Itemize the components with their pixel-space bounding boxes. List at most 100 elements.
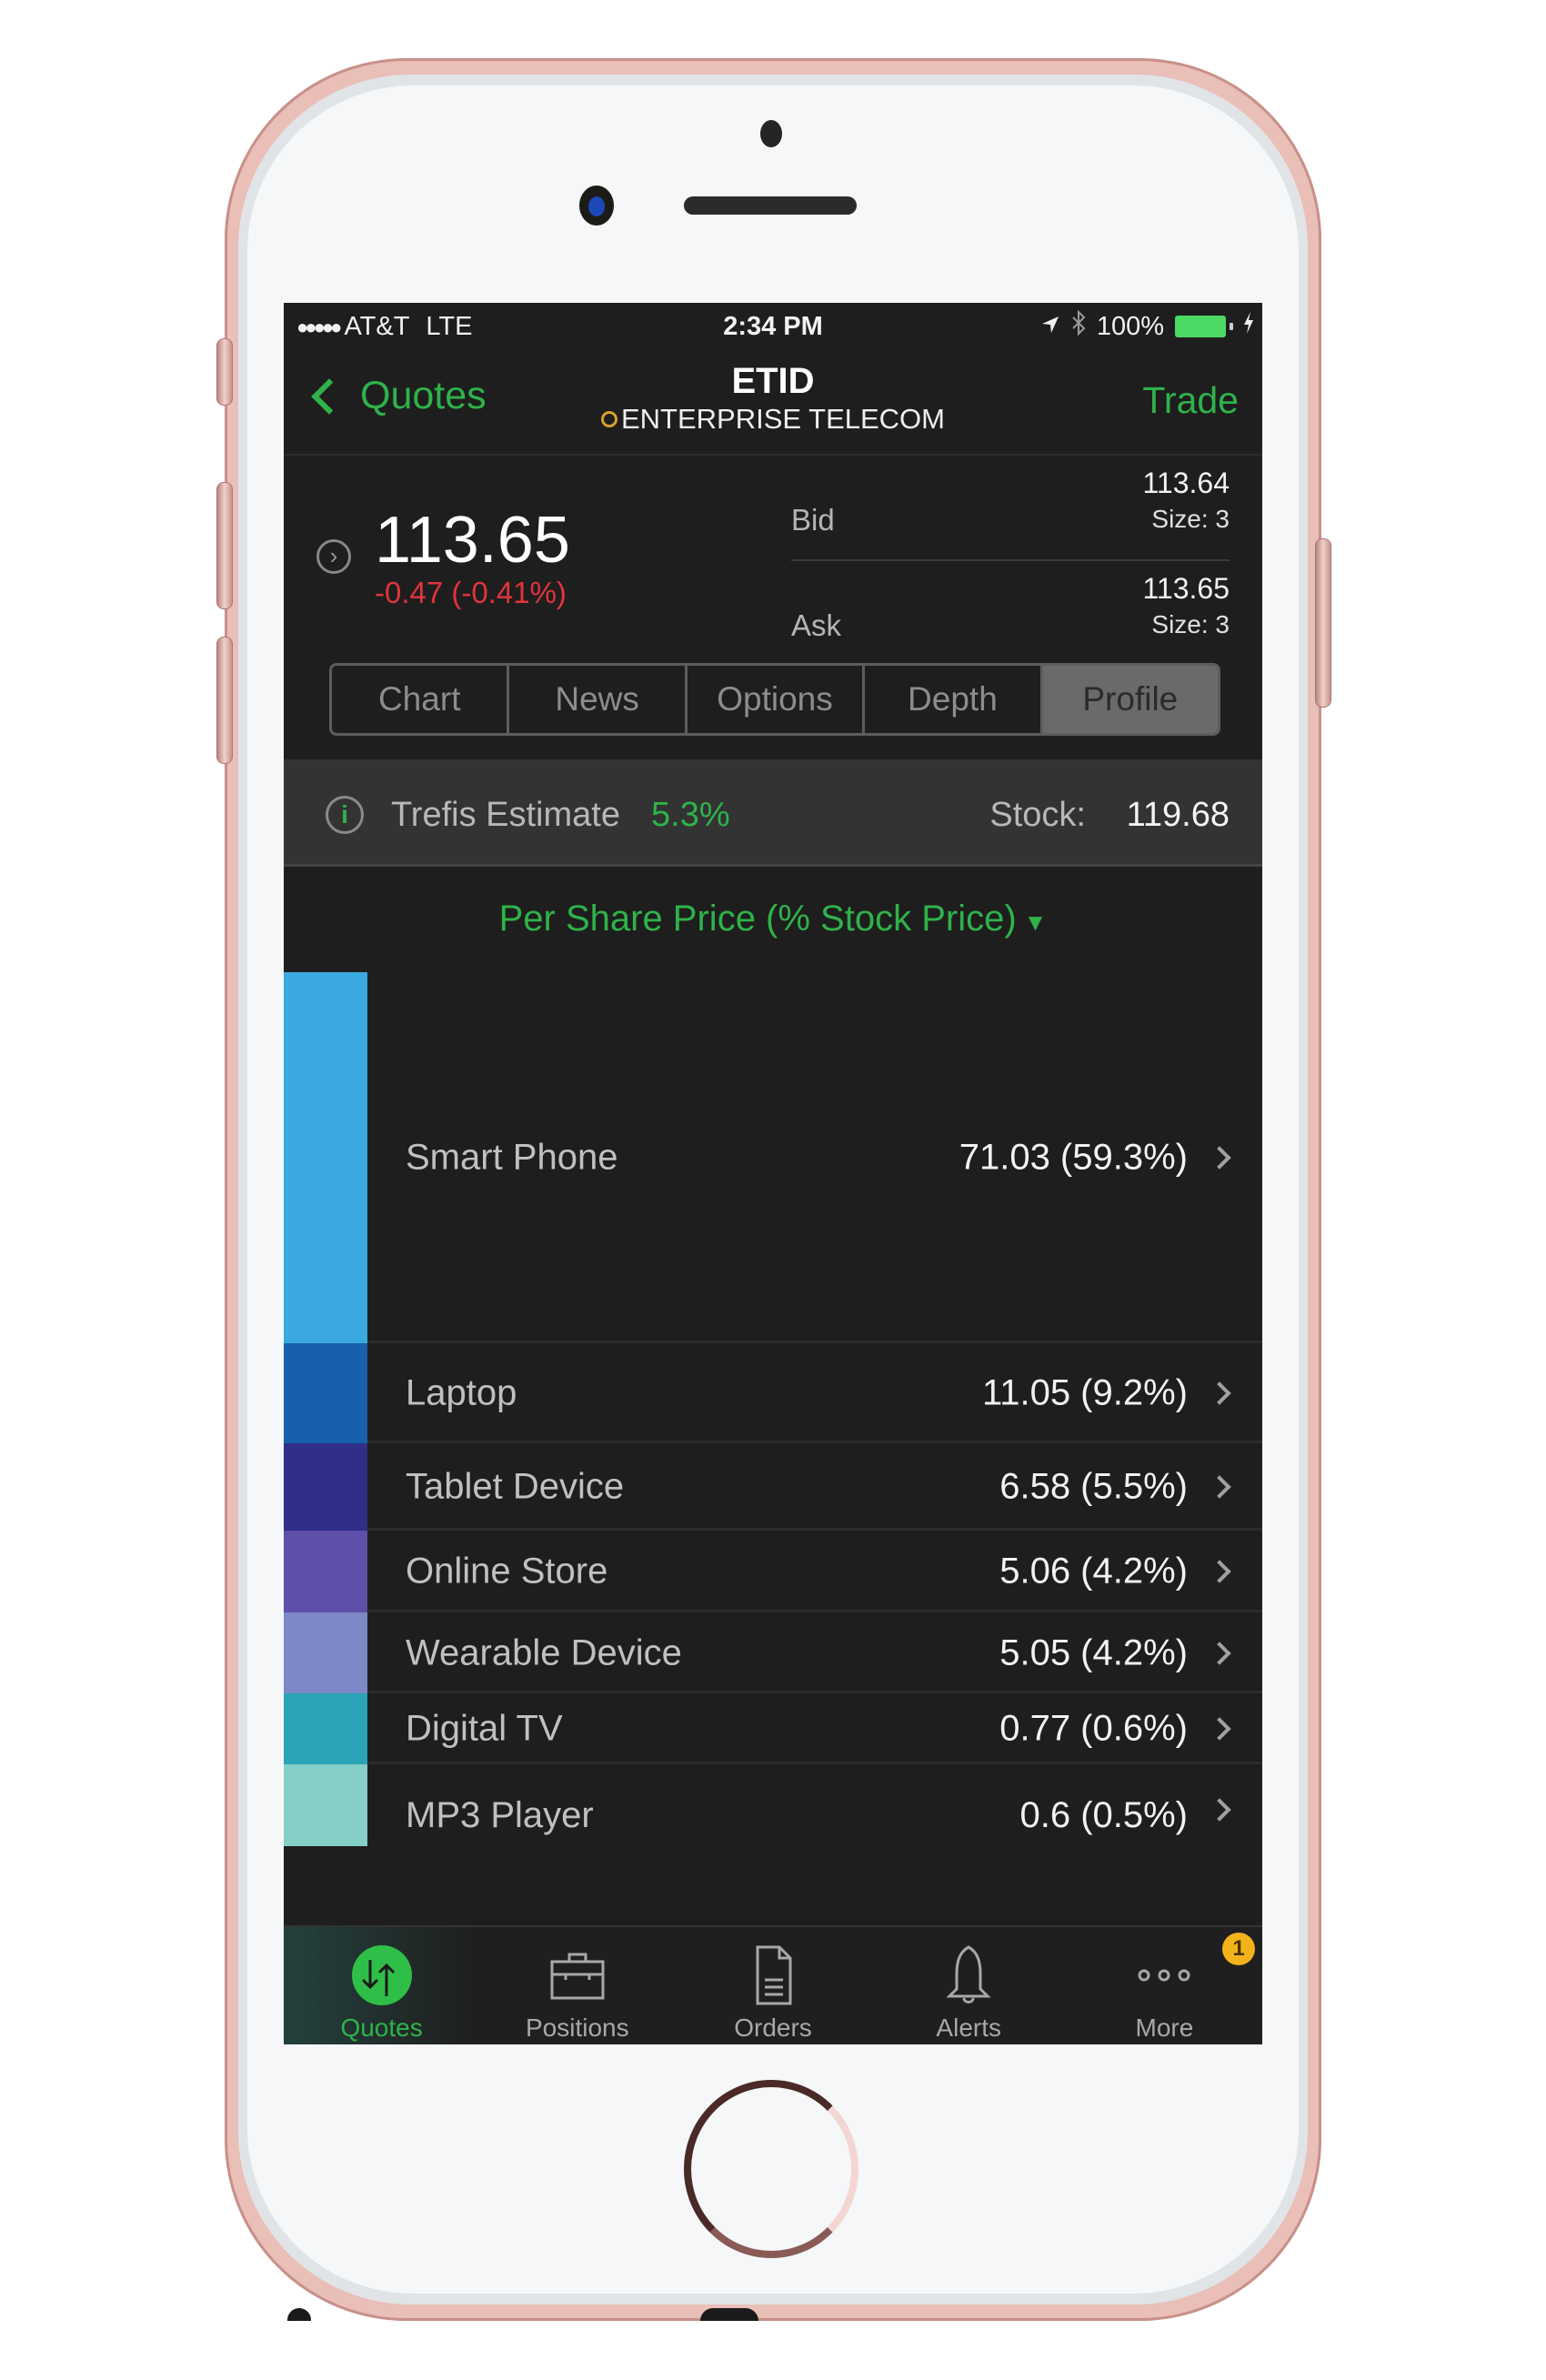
chevron-right-icon <box>1208 1381 1231 1405</box>
notification-badge: 1 <box>1222 1933 1256 1965</box>
headphone-jack <box>287 2308 311 2321</box>
metric-dropdown[interactable]: Per Share Price (% Stock Price) ▼ <box>284 867 1262 970</box>
segment-name: MP3 Player <box>406 1795 594 1835</box>
segment-value: 71.03 (59.3%) <box>959 1137 1188 1178</box>
tabbar-orders[interactable]: Orders <box>675 1927 870 2044</box>
lightning-port <box>700 2308 758 2321</box>
clock-icon <box>600 411 617 427</box>
estimate-value: 5.3% <box>651 796 730 834</box>
segment-color-swatch <box>284 1693 367 1764</box>
company-name-row: ENTERPRISE TELECOM <box>284 403 1262 436</box>
chevron-right-icon <box>1208 1475 1231 1499</box>
tab-profile[interactable]: Profile <box>1042 666 1218 733</box>
segment-value: 0.77 (0.6%) <box>999 1708 1188 1749</box>
tabbar-label: Orders <box>734 2013 812 2042</box>
segment-name: Smart Phone <box>406 1137 618 1178</box>
tabbar-label: Positions <box>525 2013 629 2042</box>
bid-label: Bid <box>791 503 835 537</box>
section-tabs: Chart News Options Depth Profile <box>329 663 1220 736</box>
segment-name: Tablet Device <box>406 1466 625 1507</box>
stock-value: 119.68 <box>1126 796 1230 834</box>
tab-chart[interactable]: Chart <box>332 666 510 733</box>
segment-row-laptop[interactable]: Laptop 11.05 (9.2%) <box>284 1343 1262 1443</box>
bottom-tab-bar: Quotes Positions Orders Alerts 1 More <box>284 1925 1262 2044</box>
segment-color-swatch <box>284 1612 367 1693</box>
segment-value: 5.05 (4.2%) <box>999 1632 1188 1672</box>
trade-button[interactable]: Trade <box>1142 379 1239 422</box>
estimate-label: Trefis Estimate <box>391 796 620 834</box>
segment-row-digital-tv[interactable]: Digital TV 0.77 (0.6%) <box>284 1693 1262 1764</box>
bell-icon <box>946 1945 991 2003</box>
dropdown-triangle-icon: ▼ <box>1023 909 1048 936</box>
segment-name: Wearable Device <box>406 1632 682 1672</box>
info-icon[interactable]: i <box>326 796 364 834</box>
company-name: ENTERPRISE TELECOM <box>620 403 945 435</box>
battery-percent: 100% <box>1096 311 1164 341</box>
volume-up-button <box>216 482 233 609</box>
tab-news[interactable]: News <box>509 666 688 733</box>
segment-color-swatch <box>284 1343 367 1443</box>
power-button <box>1315 538 1331 708</box>
segment-color-swatch <box>284 1531 367 1612</box>
segment-name: Laptop <box>406 1372 517 1413</box>
tabbar-positions[interactable]: Positions <box>479 1927 675 2044</box>
earpiece-speaker <box>684 196 857 215</box>
expand-chevron-icon[interactable]: › <box>316 539 351 574</box>
navigation-bar: Quotes ETID ENTERPRISE TELECOM Trade <box>284 348 1262 456</box>
tab-options[interactable]: Options <box>688 666 866 733</box>
chevron-right-icon <box>1208 1717 1231 1741</box>
chevron-right-icon <box>1208 1798 1231 1822</box>
segment-name: Online Store <box>406 1551 608 1592</box>
tabbar-more[interactable]: 1 More <box>1067 1927 1262 2044</box>
tabbar-label: Quotes <box>340 2013 423 2042</box>
tabbar-alerts[interactable]: Alerts <box>871 1927 1067 2044</box>
chevron-right-icon <box>1208 1641 1231 1665</box>
silent-switch <box>216 338 233 406</box>
front-camera-icon <box>579 186 614 226</box>
segment-value: 5.06 (4.2%) <box>999 1551 1188 1592</box>
ask-label: Ask <box>791 608 842 642</box>
home-button[interactable] <box>684 2080 858 2258</box>
chevron-right-icon <box>1208 1146 1231 1170</box>
tabbar-label: Alerts <box>936 2013 1001 2042</box>
dropdown-label: Per Share Price (% Stock Price) <box>498 899 1017 939</box>
segment-row-mp3-player[interactable]: MP3 Player 0.6 (0.5%) <box>284 1764 1262 1846</box>
chevron-right-icon <box>1208 1560 1231 1583</box>
bid-size: Size: 3 <box>1151 505 1230 533</box>
tab-depth[interactable]: Depth <box>865 666 1043 733</box>
segment-color-swatch <box>284 972 367 1343</box>
location-arrow-icon <box>1040 312 1060 342</box>
battery-icon <box>1175 316 1233 337</box>
segment-row-online-store[interactable]: Online Store 5.06 (4.2%) <box>284 1531 1262 1612</box>
bluetooth-icon <box>1071 309 1086 343</box>
volume-down-button <box>216 637 233 764</box>
segment-name: Digital TV <box>406 1708 563 1749</box>
proximity-sensor <box>760 120 782 147</box>
price-change: -0.47 (-0.41%) <box>375 576 567 609</box>
ask-price: 113.65 <box>1142 572 1230 605</box>
tabbar-quotes[interactable]: Quotes <box>284 1927 480 2044</box>
segment-color-swatch <box>284 1764 367 1846</box>
briefcase-icon <box>550 1953 605 2000</box>
segment-value: 11.05 (9.2%) <box>981 1372 1188 1413</box>
status-bar: ●●●●● AT&T LTE 2:34 PM 100% <box>284 303 1262 348</box>
charging-bolt-icon <box>1242 311 1255 342</box>
more-dots-icon <box>1138 1969 1190 1982</box>
trefis-estimate-bar: i Trefis Estimate 5.3% Stock: 119.68 <box>284 759 1262 867</box>
bid-price: 113.64 <box>1142 467 1230 499</box>
segment-row-wearable-device[interactable]: Wearable Device 5.05 (4.2%) <box>284 1612 1262 1693</box>
document-icon <box>756 1945 792 2005</box>
segment-row-tablet-device[interactable]: Tablet Device 6.58 (5.5%) <box>284 1443 1262 1531</box>
segment-row-smart-phone[interactable]: Smart Phone 71.03 (59.3%) <box>284 972 1262 1343</box>
segment-value: 6.58 (5.5%) <box>999 1466 1188 1507</box>
bid-ask-divider <box>791 559 1230 561</box>
ticker-symbol: ETID <box>731 361 815 401</box>
quote-summary: › 113.65 -0.47 (-0.41%) Bid 113.64 Size:… <box>284 456 1262 759</box>
ask-size: Size: 3 <box>1151 610 1230 638</box>
last-price: 113.65 <box>375 504 570 577</box>
segment-color-swatch <box>284 1443 367 1531</box>
app-screen: ●●●●● AT&T LTE 2:34 PM 100% Quotes ETID <box>284 303 1262 2044</box>
quotes-arrows-icon <box>351 1945 412 2005</box>
stock-label: Stock: <box>989 796 1086 834</box>
segment-value: 0.6 (0.5%) <box>1019 1795 1188 1835</box>
